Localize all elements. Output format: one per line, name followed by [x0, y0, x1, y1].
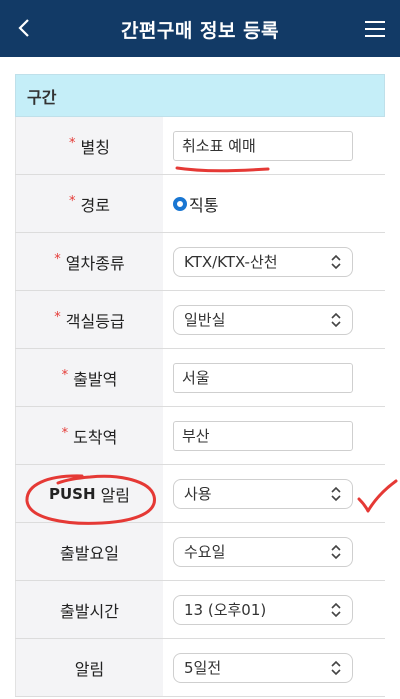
back-button[interactable]: [6, 10, 42, 46]
input-value: 부산: [182, 427, 210, 445]
required-mark: *: [69, 136, 76, 151]
chevron-updown-icon: [331, 602, 341, 617]
input-value: 취소표 예매: [182, 137, 256, 155]
row-weekday: 출발요일 수요일: [15, 523, 385, 581]
nickname-label: * 별칭: [15, 117, 163, 174]
row-arrival: * 도착역 부산: [15, 407, 385, 465]
radio-label: 직통: [189, 195, 219, 215]
departure-input[interactable]: 서울: [173, 362, 353, 393]
select-value: 수요일: [184, 543, 226, 561]
row-route: * 경로 직통: [15, 175, 385, 233]
departure-cell: 서울: [163, 349, 385, 406]
push-select[interactable]: 사용: [173, 478, 353, 509]
select-value: KTX/KTX-산천: [184, 253, 278, 271]
time-select[interactable]: 13 (오후01): [173, 594, 353, 625]
section-header: 구간: [15, 74, 385, 117]
annotation-checkmark: [357, 479, 398, 513]
select-value: 사용: [184, 485, 212, 503]
label-text: 도착역: [73, 427, 118, 447]
hamburger-menu-icon: [365, 21, 385, 37]
seat-class-cell: 일반실: [163, 291, 385, 348]
train-type-select[interactable]: KTX/KTX-산천: [173, 246, 353, 277]
label-text: 출발요일: [60, 543, 119, 563]
required-mark: *: [61, 368, 69, 383]
alert-cell: 5일전: [163, 639, 385, 696]
arrival-input[interactable]: 부산: [173, 420, 353, 451]
chevron-updown-icon: [331, 254, 341, 269]
input-value: 서울: [182, 369, 210, 387]
weekday-label: 출발요일: [15, 523, 163, 580]
label-text: 열차종류: [65, 253, 125, 273]
select-value: 일반실: [184, 311, 226, 329]
label-text: 알림: [74, 659, 105, 679]
select-value: 13 (오후01): [184, 601, 267, 619]
label-text: 별칭: [80, 137, 110, 157]
seat-class-label: * 객실등급: [15, 291, 163, 348]
required-mark: *: [69, 194, 76, 209]
required-mark: *: [54, 252, 61, 267]
chevron-updown-icon: [331, 544, 341, 559]
chevron-updown-icon: [331, 312, 341, 327]
alert-label: 알림: [15, 639, 163, 696]
nickname-input[interactable]: 취소표 예매: [173, 130, 353, 161]
weekday-cell: 수요일: [163, 523, 385, 580]
time-cell: 13 (오후01): [163, 581, 385, 638]
route-label: * 경로: [15, 175, 163, 232]
required-mark: *: [61, 426, 69, 441]
chevron-updown-icon: [331, 486, 341, 501]
time-label: 출발시간: [15, 581, 163, 638]
departure-label: * 출발역: [15, 349, 163, 406]
row-alert: 알림 5일전: [15, 639, 385, 697]
alert-select[interactable]: 5일전: [173, 652, 353, 683]
required-mark: *: [54, 310, 61, 325]
page-title: 간편구매 정보 등록: [120, 20, 280, 42]
menu-button[interactable]: [358, 12, 392, 46]
row-train-type: * 열차종류 KTX/KTX-산천: [15, 233, 385, 291]
label-text: 객실등급: [65, 311, 125, 331]
label-text: 출발시간: [60, 601, 119, 621]
annotation-circle: [25, 474, 156, 525]
label-text: 경로: [80, 195, 110, 215]
row-departure: * 출발역 서울: [15, 349, 385, 407]
train-type-label: * 열차종류: [15, 233, 163, 290]
top-bar: 간편구매 정보 등록: [0, 0, 400, 57]
push-cell: 사용: [163, 465, 385, 522]
weekday-select[interactable]: 수요일: [173, 536, 353, 567]
train-type-cell: KTX/KTX-산천: [163, 233, 385, 290]
select-value: 5일전: [184, 659, 222, 677]
route-cell: 직통: [163, 175, 385, 232]
label-text: 출발역: [73, 369, 118, 389]
seat-class-select[interactable]: 일반실: [173, 304, 353, 335]
arrival-cell: 부산: [163, 407, 385, 464]
chevron-left-icon: [18, 19, 29, 37]
row-seat-class: * 객실등급 일반실: [15, 291, 385, 349]
arrival-label: * 도착역: [15, 407, 163, 464]
chevron-updown-icon: [331, 660, 341, 675]
annotation-underline: [175, 166, 270, 173]
radio-selected-icon: [173, 196, 187, 211]
route-radio-direct[interactable]: 직통: [173, 192, 218, 216]
row-time: 출발시간 13 (오후01): [15, 581, 385, 639]
